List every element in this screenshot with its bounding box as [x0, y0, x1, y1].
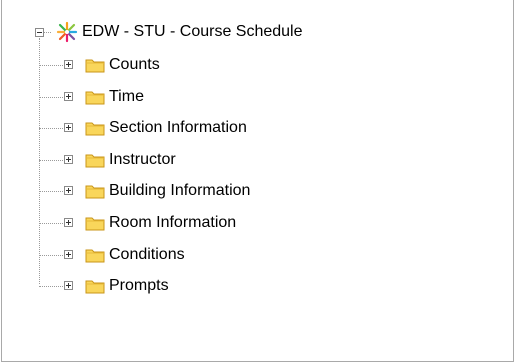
expand-counts-toggle[interactable] [64, 60, 73, 69]
expand-prompts-toggle[interactable] [64, 281, 73, 290]
folder-icon [85, 154, 105, 168]
tree-folder-conditions[interactable]: Conditions [85, 244, 185, 266]
folder-icon [85, 249, 105, 263]
object-tree: EDW - STU - Course Schedule Counts Time Se… [2, 0, 513, 361]
folder-icon [85, 185, 105, 199]
tree-folder-room-information[interactable]: Room Information [85, 212, 236, 234]
expand-time-toggle[interactable] [64, 92, 73, 101]
expand-building-information-toggle[interactable] [64, 186, 73, 195]
folder-icon [85, 91, 105, 105]
expand-instructor-toggle[interactable] [64, 155, 73, 164]
tree-root-node[interactable]: EDW - STU - Course Schedule [56, 21, 303, 43]
tree-folder-time[interactable]: Time [85, 86, 144, 108]
tree-folder-label: Time [109, 88, 144, 105]
tree-folder-label: Section Information [109, 119, 247, 136]
tree-folder-building-information[interactable]: Building Information [85, 180, 250, 202]
tree-folder-label: Counts [109, 56, 160, 73]
tree-folder-instructor[interactable]: Instructor [85, 149, 176, 171]
tree-connector [39, 38, 40, 284]
tree-folder-label: Room Information [109, 214, 237, 231]
tree-folder-prompts[interactable]: Prompts [85, 275, 169, 297]
folder-icon [85, 217, 105, 231]
expand-room-information-toggle[interactable] [64, 218, 73, 227]
tree-folder-label: Building Information [109, 182, 251, 199]
collapse-root-toggle[interactable] [35, 28, 44, 37]
tree-folder-section-information[interactable]: Section Information [85, 117, 247, 139]
folder-icon [85, 280, 105, 294]
tree-folder-label: Conditions [109, 246, 185, 263]
universe-icon [56, 21, 78, 43]
tree-folder-label: Prompts [109, 277, 169, 294]
folder-icon [85, 122, 105, 136]
expand-conditions-toggle[interactable] [64, 250, 73, 259]
expand-section-information-toggle[interactable] [64, 123, 73, 132]
tree-folder-label: Instructor [109, 151, 176, 168]
folder-icon [85, 59, 105, 73]
tree-folder-counts[interactable]: Counts [85, 54, 160, 76]
object-tree-panel: EDW - STU - Course Schedule Counts Time Se… [1, 0, 514, 362]
tree-root-label: EDW - STU - Course Schedule [82, 23, 303, 40]
